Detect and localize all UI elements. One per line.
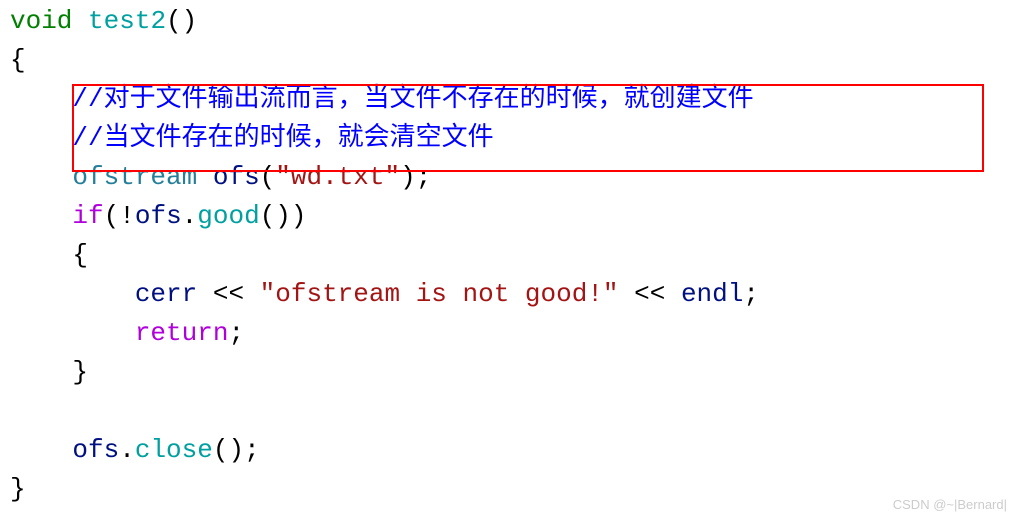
method-close: close — [135, 435, 213, 465]
close-parens: ()) — [260, 201, 307, 231]
identifier-ofs: ofs — [213, 162, 260, 192]
watermark-text: CSDN @~|Bernard| — [893, 495, 1007, 515]
function-name: test2 — [88, 6, 166, 36]
keyword-return: return — [135, 318, 229, 348]
semicolon: ; — [228, 318, 244, 348]
identifier-cerr: cerr — [135, 279, 197, 309]
inner-brace-close: } — [72, 357, 88, 387]
paren-bang: (! — [104, 201, 135, 231]
brace-close: } — [10, 474, 26, 504]
brace-open: { — [10, 45, 26, 75]
comment-line-2: //当文件存在的时候，就会清空文件 — [72, 123, 493, 153]
dot: . — [182, 201, 198, 231]
identifier-ofs: ofs — [72, 435, 119, 465]
keyword-if: if — [72, 201, 103, 231]
code-block: void test2() { //对于文件输出流而言，当文件不存在的时候，就创建… — [10, 2, 1015, 509]
parens: () — [166, 6, 197, 36]
identifier-ofs: ofs — [135, 201, 182, 231]
stream-op: << — [619, 279, 681, 309]
string-filename: "wd.txt" — [275, 162, 400, 192]
keyword-void: void — [10, 6, 72, 36]
stream-op: << — [197, 279, 259, 309]
string-error: "ofstream is not good!" — [260, 279, 619, 309]
semicolon: ; — [743, 279, 759, 309]
dot: . — [119, 435, 135, 465]
identifier-endl: endl — [681, 279, 743, 309]
comment-line-1: //对于文件输出流而言，当文件不存在的时候，就创建文件 — [72, 84, 753, 114]
paren-open: ( — [260, 162, 276, 192]
close-parens: (); — [213, 435, 260, 465]
type-ofstream: ofstream — [72, 162, 197, 192]
method-good: good — [197, 201, 259, 231]
inner-brace-open: { — [72, 240, 88, 270]
paren-close: ); — [400, 162, 431, 192]
